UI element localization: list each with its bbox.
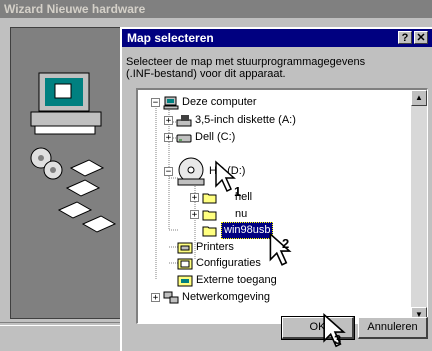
tree-item-label: Printers [196, 241, 234, 253]
help-button[interactable]: ? [398, 31, 412, 44]
tree-item-label: Externe toegang [196, 274, 277, 286]
tree-item-dell-c[interactable]: + Dell (C:) [164, 130, 235, 145]
tree-item-label: 3,5-inch diskette (A:) [195, 114, 296, 126]
dialog-title: Map selecteren [127, 31, 214, 45]
tree-item-label: Deze computer [182, 96, 257, 108]
expand-icon[interactable]: + [190, 210, 199, 220]
collapse-icon[interactable]: − [164, 167, 173, 177]
tree-item-label-selected: win98usb [221, 222, 274, 239]
expand-icon[interactable]: + [151, 293, 160, 303]
dialup-icon [177, 275, 193, 286]
network-icon [163, 291, 179, 303]
step-marker-2: 2 [282, 236, 290, 251]
tree-item-label: nu [235, 208, 248, 220]
tree-item-label: Netwerkomgeving [182, 291, 271, 303]
tree-item-configuraties[interactable]: Configuraties [177, 256, 261, 271]
expand-icon[interactable]: + [190, 193, 199, 203]
cancel-button[interactable]: Annuleren [358, 317, 428, 339]
scroll-up-button[interactable]: ▲ [411, 90, 427, 106]
folder-icon [202, 210, 217, 220]
tree-item-externe-toegang[interactable]: Externe toegang [177, 273, 277, 288]
tree-item-floppy[interactable]: + 3,5-inch diskette (A:) [164, 113, 296, 128]
tree-item-deze-computer[interactable]: − Deze computer [151, 95, 257, 110]
wizard-illustration [10, 27, 122, 319]
control-panel-icon [177, 258, 193, 269]
tree-item-printers[interactable]: Printers [177, 240, 234, 255]
expand-icon[interactable]: + [164, 116, 173, 126]
step-marker-3: 3 [334, 332, 342, 347]
wizard-separator [0, 322, 130, 326]
printers-icon [177, 242, 193, 253]
tree-item-netwerkomgeving[interactable]: + Netwerkomgeving [151, 290, 270, 305]
expand-icon[interactable]: + [164, 133, 173, 143]
hard-drive-icon [176, 134, 192, 142]
folder-tree[interactable]: − Deze computer + 3,5-inch diskette (A:)… [136, 88, 428, 324]
floppy-drive-icon [176, 114, 192, 126]
cursor-arrow-icon [269, 232, 292, 266]
folder-icon [202, 226, 217, 236]
tree-item-win98usb[interactable]: win98usb [202, 222, 274, 239]
wizard-computer-illustration-icon [30, 72, 117, 233]
step-marker-1: 1 [234, 184, 242, 199]
wizard-title: Wizard Nieuwe hardware [0, 0, 432, 18]
tree-item-folder-menu[interactable]: + nu [190, 207, 247, 222]
tree-item-label: Dell (C:) [195, 131, 236, 143]
vertical-scrollbar[interactable]: ▲ ▼ [411, 90, 427, 323]
dialog-title-bar: Map selecteren [122, 29, 432, 47]
cd-drive-icon [177, 157, 205, 185]
select-folder-dialog: Map selecteren ? ✕ Selecteer de map met … [120, 27, 432, 351]
computer-icon [163, 96, 179, 109]
tree-item-label: Configuraties [196, 257, 261, 269]
collapse-icon[interactable]: − [151, 98, 160, 108]
dialog-description: Selecteer de map met stuurprogrammagegev… [126, 56, 366, 80]
close-button[interactable]: ✕ [414, 31, 428, 44]
